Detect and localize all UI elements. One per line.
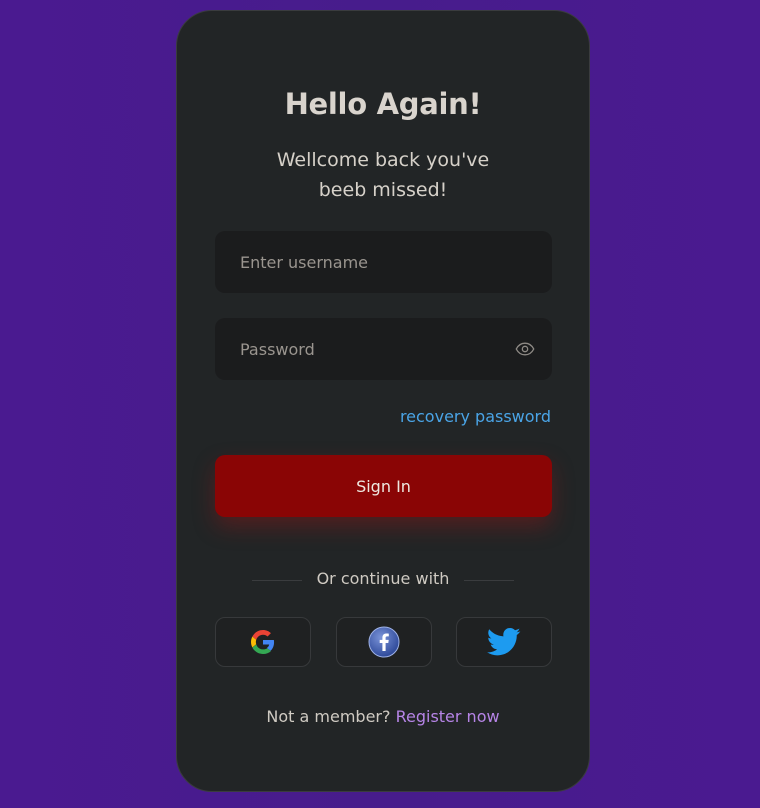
- facebook-login-button[interactable]: [336, 617, 432, 667]
- username-input[interactable]: [215, 231, 552, 293]
- subtitle-line-1: Wellcome back you've: [276, 149, 490, 171]
- divider-text: Or continue with: [316, 569, 450, 588]
- sign-in-button[interactable]: Sign In: [215, 455, 552, 517]
- register-prompt: Not a member? Register now: [177, 707, 589, 726]
- password-input[interactable]: [215, 318, 552, 380]
- recovery-password-link[interactable]: recovery password: [400, 407, 551, 426]
- google-login-button[interactable]: [215, 617, 311, 667]
- subtitle: Wellcome back you've beeb missed!: [177, 145, 589, 205]
- eye-icon[interactable]: [515, 339, 535, 359]
- register-now-link[interactable]: Register now: [396, 707, 500, 726]
- facebook-icon: [368, 626, 400, 658]
- login-card: Hello Again! Wellcome back you've beeb m…: [176, 10, 590, 792]
- username-field-container: [215, 231, 552, 293]
- continue-with-divider: Or continue with: [252, 569, 514, 591]
- twitter-login-button[interactable]: [456, 617, 552, 667]
- password-field-container: [215, 318, 552, 380]
- footer-text: Not a member?: [266, 707, 391, 726]
- twitter-icon: [487, 627, 521, 656]
- page-title: Hello Again!: [284, 87, 482, 121]
- subtitle-line-2: beeb missed!: [318, 179, 448, 201]
- divider-line-right: [464, 580, 514, 581]
- google-icon: [251, 630, 275, 654]
